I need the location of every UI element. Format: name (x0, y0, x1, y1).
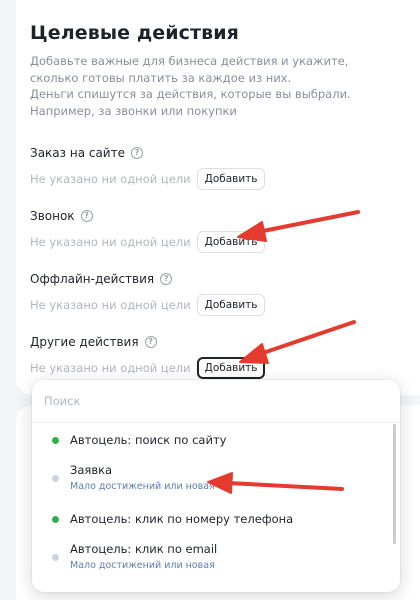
section-offline: Оффлайн-действия ? Не указано ни одной ц… (30, 271, 266, 316)
empty-goals-text: Не указано ни одной цели (30, 172, 191, 186)
page-title: Целевые действия (30, 22, 239, 44)
empty-goals-text: Не указано ни одной цели (30, 361, 191, 375)
status-dot-active (52, 437, 59, 444)
option-label: Автоцель: поиск по сайту (70, 433, 227, 447)
option-label: Заявка (70, 463, 113, 477)
help-icon[interactable]: ? (130, 147, 143, 159)
option-sublabel: Мало достижений или новая (70, 481, 215, 492)
section-title: Звонок (30, 209, 75, 223)
dropdown-option-email-click[interactable]: Автоцель: клик по email Мало достижений … (52, 542, 217, 572)
section-title: Другие действия (30, 335, 139, 349)
section-call: Звонок ? Не указано ни одной цели Добави… (30, 208, 266, 253)
add-site-order-button[interactable]: Добавить (196, 168, 266, 190)
section-title: Оффлайн-действия (30, 272, 155, 286)
add-other-button[interactable]: Добавить (196, 357, 266, 379)
add-call-button[interactable]: Добавить (196, 231, 266, 253)
description-line-1: Добавьте важные для бизнеса действия и у… (30, 54, 349, 85)
add-offline-button[interactable]: Добавить (196, 294, 266, 316)
status-dot-active (52, 516, 59, 523)
dropdown-scrollbar[interactable] (393, 424, 396, 544)
goals-dropdown: Поиск Автоцель: поиск по сайту Заявка Ма… (32, 380, 400, 592)
section-other: Другие действия ? Не указано ни одной це… (30, 334, 266, 379)
help-icon[interactable]: ? (80, 210, 93, 222)
empty-goals-text: Не указано ни одной цели (30, 235, 191, 249)
option-label: Автоцель: клик по email (70, 542, 218, 556)
option-label: Автоцель: клик по номеру телефона (70, 512, 294, 526)
status-dot-inactive (52, 554, 59, 561)
search-input[interactable]: Поиск (44, 394, 80, 408)
dropdown-option-phone-click[interactable]: Автоцель: клик по номеру телефона (52, 512, 293, 527)
status-dot-inactive (52, 475, 59, 482)
help-icon[interactable]: ? (144, 336, 157, 348)
dropdown-option-site-search[interactable]: Автоцель: поиск по сайту (52, 433, 226, 448)
option-sublabel: Мало достижений или новая (70, 560, 215, 571)
empty-goals-text: Не указано ни одной цели (30, 298, 191, 312)
section-site-order: Заказ на сайте ? Не указано ни одной цел… (30, 145, 266, 190)
section-title: Заказ на сайте (30, 146, 125, 160)
description: Добавьте важные для бизнеса действия и у… (30, 53, 375, 119)
help-icon[interactable]: ? (160, 273, 173, 285)
dropdown-option-request[interactable]: Заявка Мало достижений или новая (52, 463, 215, 493)
divider (32, 422, 400, 423)
description-line-2: Деньги спишутся за действия, которые вы … (30, 87, 351, 118)
